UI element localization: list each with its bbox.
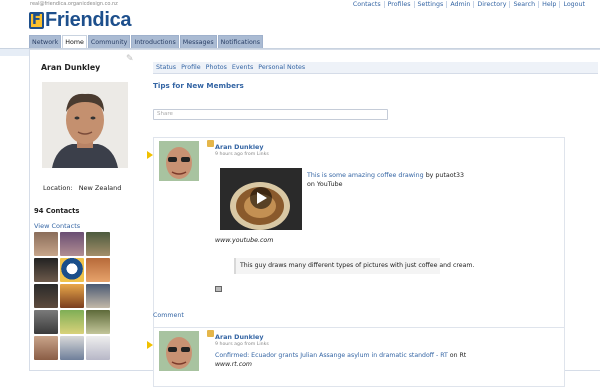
contact-avatar[interactable] — [34, 284, 58, 308]
view-contacts-link[interactable]: View Contacts — [34, 222, 80, 230]
contact-avatar[interactable] — [34, 310, 58, 334]
contacts-count: 94 Contacts — [34, 207, 80, 215]
topnav-search[interactable]: Search — [509, 1, 538, 8]
subtab-profile[interactable]: Profile — [181, 64, 201, 71]
main-tabs: Network Home Community Introductions Mes… — [29, 35, 264, 48]
location-label: Location: — [43, 184, 73, 192]
friendica-logo[interactable]: F Friendica — [29, 9, 132, 32]
tab-home[interactable]: Home — [62, 35, 87, 48]
tab-introductions[interactable]: Introductions — [131, 35, 179, 48]
post-author[interactable]: Aran Dunkley — [215, 143, 264, 151]
topnav-profiles[interactable]: Profiles — [383, 1, 414, 8]
post-url: www.youtube.com — [215, 237, 274, 244]
subtab-status[interactable]: Status — [156, 64, 176, 71]
logo-icon: F — [29, 12, 44, 29]
new-item-arrow-icon — [147, 341, 153, 349]
topnav-settings[interactable]: Settings — [413, 1, 447, 8]
contacts-grid — [34, 232, 112, 360]
contact-avatar[interactable] — [60, 284, 84, 308]
wall-post: Aran Dunkley 9 hours ago from Links Conf… — [147, 327, 565, 387]
user-email: real@friendica.organicdesign.co.nz — [30, 1, 118, 7]
post-timestamp: 9 hours ago from Links — [215, 342, 269, 347]
topnav-admin[interactable]: Admin — [446, 1, 473, 8]
contact-avatar[interactable] — [34, 258, 58, 282]
topnav-directory[interactable]: Directory — [473, 1, 509, 8]
contact-avatar[interactable] — [60, 310, 84, 334]
tab-network[interactable]: Network — [29, 35, 62, 48]
contact-avatar[interactable] — [86, 232, 110, 256]
subtab-personal-notes[interactable]: Personal Notes — [258, 64, 305, 71]
top-navigation: Contacts Profiles Settings Admin Directo… — [350, 1, 588, 8]
film-icon — [215, 286, 222, 292]
logo-text: Friendica — [45, 9, 132, 31]
lock-icon — [207, 140, 214, 147]
profile-name: Aran Dunkley — [41, 63, 101, 72]
comment-link[interactable]: Comment — [153, 312, 184, 319]
video-thumbnail[interactable] — [220, 168, 302, 230]
lock-icon — [207, 330, 214, 337]
edit-pencil-icon[interactable]: ✎ — [126, 54, 134, 64]
header: real@friendica.organicdesign.co.nz F Fri… — [0, 0, 600, 35]
share-input[interactable]: Share — [153, 109, 388, 120]
contact-avatar[interactable] — [60, 336, 84, 360]
post-timestamp: 9 hours ago from Links — [215, 152, 269, 157]
author-avatar[interactable] — [159, 331, 199, 371]
post-author[interactable]: Aran Dunkley — [215, 333, 264, 341]
topnav-help[interactable]: Help — [538, 1, 559, 8]
profile-location: Location: New Zealand — [43, 184, 121, 192]
contact-avatar[interactable] — [86, 310, 110, 334]
post-link-line: Confirmed: Ecuador grants Julian Assange… — [215, 352, 466, 359]
tab-messages[interactable]: Messages — [179, 35, 217, 48]
video-title: This is some amazing coffee drawing by p… — [307, 171, 467, 189]
subtab-photos[interactable]: Photos — [206, 64, 227, 71]
profile-photo — [42, 82, 128, 168]
post-quote: This guy draws many different types of p… — [234, 258, 474, 274]
contact-avatar[interactable] — [60, 232, 84, 256]
contact-avatar[interactable] — [60, 258, 84, 282]
contact-avatar[interactable] — [86, 284, 110, 308]
topnav-contacts[interactable]: Contacts — [350, 1, 384, 8]
video-title-link[interactable]: This is some amazing coffee drawing — [307, 172, 424, 179]
subtab-events[interactable]: Events — [232, 64, 253, 71]
post-link[interactable]: Confirmed: Ecuador grants Julian Assange… — [215, 352, 448, 359]
post-link-source: on Rt — [447, 352, 467, 359]
topnav-logout[interactable]: Logout — [559, 1, 588, 8]
location-value: New Zealand — [78, 184, 122, 192]
contact-avatar[interactable] — [34, 336, 58, 360]
tab-notifications[interactable]: Notifications — [217, 35, 264, 48]
contact-avatar[interactable] — [34, 232, 58, 256]
contact-avatar[interactable] — [86, 258, 110, 282]
profile-subtabs: Status Profile Photos Events Personal No… — [153, 62, 598, 74]
tips-link[interactable]: Tips for New Members — [153, 81, 244, 90]
contact-avatar[interactable] — [86, 336, 110, 360]
post-url: www.rt.com — [215, 361, 252, 368]
new-item-arrow-icon — [147, 151, 153, 159]
tab-community[interactable]: Community — [87, 35, 131, 48]
author-avatar[interactable] — [159, 141, 199, 181]
